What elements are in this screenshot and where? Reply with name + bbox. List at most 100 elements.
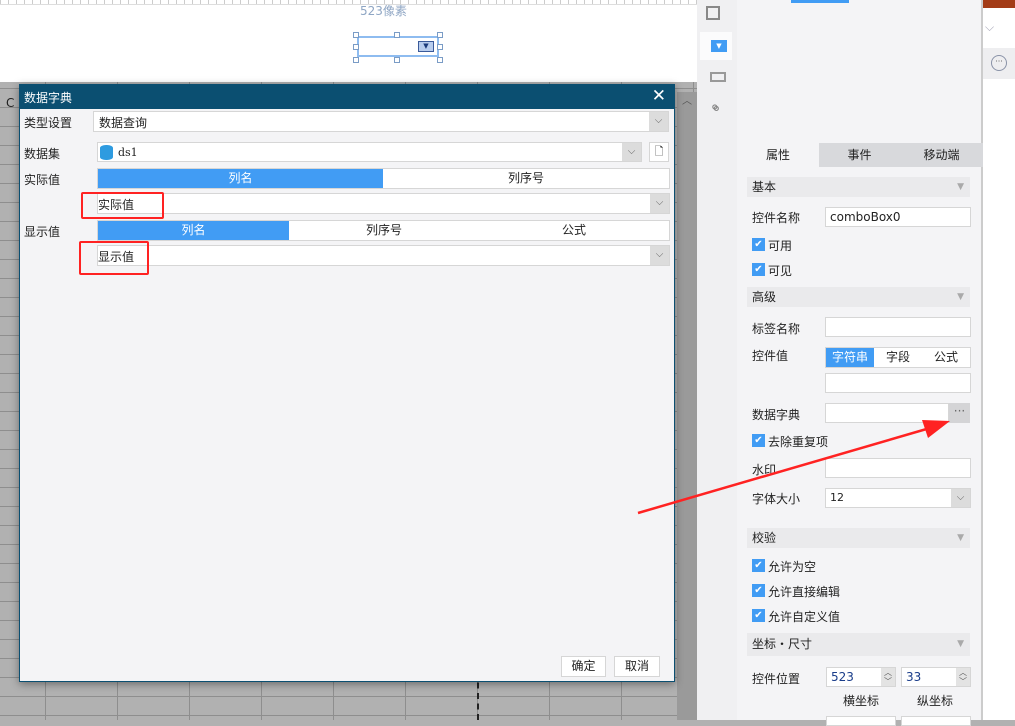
resize-handle[interactable] [437, 44, 443, 50]
dedupe-label: 去除重复项 [768, 435, 829, 449]
actual-tab-column-index[interactable]: 列序号 [383, 169, 669, 188]
dict-input[interactable] [825, 403, 949, 423]
x-spinner[interactable]: 523 ︿ ﹀ [826, 667, 896, 687]
resize-handle[interactable] [353, 44, 359, 50]
resize-handle[interactable] [394, 57, 400, 63]
dropdown-icon: ▼ [711, 40, 727, 52]
dialog-title-bar: 数据字典 ✕ [20, 85, 674, 109]
column-header-c: C [6, 96, 15, 110]
caret-down-icon: ▼ [957, 639, 964, 649]
preview-icon: 🗋 [654, 145, 664, 158]
cancel-button[interactable]: 取消 [614, 656, 660, 677]
type-select[interactable]: 数据查询 ⌵ [93, 111, 669, 132]
caret-down-icon: ▼ [957, 182, 964, 192]
vertical-scrollbar[interactable]: ︿ [677, 92, 697, 720]
ok-button[interactable]: 确定 [561, 656, 606, 677]
dataset-value: ds1 [118, 146, 138, 159]
display-label: 显示值 [24, 225, 61, 239]
font-size-label: 字体大小 [752, 492, 801, 506]
ruler [0, 0, 697, 5]
watermark-label: 水印 [752, 463, 777, 477]
resize-handle[interactable] [437, 32, 443, 38]
dataset-label: 数据集 [24, 147, 61, 161]
value-label: 控件值 [752, 349, 789, 363]
x-value: 523 [831, 670, 854, 684]
dict-label: 数据字典 [752, 408, 801, 422]
value-type-segment: 字符串 字段 公式 [825, 347, 971, 368]
preview-dataset-button[interactable]: 🗋 [649, 142, 669, 162]
frame-icon[interactable] [706, 6, 720, 20]
allow-empty-checkbox[interactable]: ✔ [752, 559, 765, 572]
section-position-size[interactable]: 坐标・尺寸 ▼ [747, 633, 970, 656]
display-tab-column-index[interactable]: 列序号 [289, 221, 479, 240]
caret-down-icon: ▼ [957, 533, 964, 543]
type-value: 数据查询 [99, 116, 148, 130]
actual-label: 实际值 [24, 173, 61, 187]
display-type-segment: 列名 列序号 公式 [97, 220, 670, 241]
close-icon[interactable]: ✕ [652, 86, 666, 106]
visible-checkbox[interactable]: ✔ [752, 263, 765, 276]
y-axis-label: 纵坐标 [917, 694, 954, 708]
tab-mobile[interactable]: 移动端 [900, 143, 983, 167]
tag-input[interactable] [825, 317, 971, 337]
dict-edit-button[interactable]: ··· [949, 403, 970, 423]
caret-down-icon: ▼ [957, 292, 964, 302]
chevron-down-icon: ⌵ [650, 194, 669, 213]
tab-properties[interactable]: 属性 [737, 143, 819, 167]
display-tab-column-name[interactable]: 列名 [98, 221, 289, 240]
dedupe-checkbox[interactable]: ✔ [752, 434, 765, 447]
combobox-widget[interactable]: ▼ [357, 36, 439, 57]
database-icon [100, 145, 113, 160]
type-label: 类型设置 [24, 116, 73, 130]
actual-tab-column-name[interactable]: 列名 [98, 169, 383, 188]
allow-edit-checkbox[interactable]: ✔ [752, 584, 765, 597]
section-title: 校验 [752, 531, 777, 545]
position-label: 控件位置 [752, 672, 801, 686]
spinner-arrows-icon[interactable]: ︿ ﹀ [956, 668, 970, 686]
data-dictionary-dialog: 数据字典 ✕ 类型设置 数据查询 ⌵ 数据集 ds1 ⌵ 🗋 实际值 列名 列序号 … [19, 84, 675, 682]
enabled-label: 可用 [768, 239, 793, 253]
layout-icon[interactable] [710, 72, 726, 82]
resize-handle[interactable] [353, 32, 359, 38]
chevron-down-icon: ⌵ [649, 112, 668, 131]
value-tab-string[interactable]: 字符串 [826, 348, 874, 367]
font-size-select[interactable]: 12 ⌵ [825, 488, 971, 508]
actual-value-select[interactable]: 实际值 ⌵ [97, 193, 670, 214]
allow-empty-label: 允许为空 [768, 560, 817, 574]
dialog-title: 数据字典 [24, 91, 73, 105]
value-tab-field[interactable]: 字段 [874, 348, 922, 367]
dataset-select[interactable]: ds1 ⌵ [97, 142, 642, 162]
widget-toolbar: ▼ ⚭ [697, 0, 737, 720]
enabled-checkbox[interactable]: ✔ [752, 238, 765, 251]
section-basic[interactable]: 基本 ▼ [747, 177, 970, 197]
name-input[interactable]: comboBox0 [825, 207, 971, 227]
chevron-down-icon[interactable]: ⌵ [985, 20, 994, 35]
section-advanced[interactable]: 高级 ▼ [747, 287, 970, 307]
section-validation[interactable]: 校验 ▼ [747, 528, 970, 548]
more-icon[interactable]: ··· [991, 55, 1007, 71]
x-axis-label: 横坐标 [843, 694, 880, 708]
y-spinner[interactable]: 33 ︿ ﹀ [901, 667, 971, 687]
watermark-input[interactable] [825, 458, 971, 478]
tag-label: 标签名称 [752, 322, 801, 336]
resize-handle[interactable] [437, 57, 443, 63]
display-value-select[interactable]: 显示值 ⌵ [97, 245, 670, 266]
height-spinner[interactable] [901, 716, 971, 726]
combobox-tool[interactable]: ▼ [700, 32, 732, 60]
value-tab-formula[interactable]: 公式 [922, 348, 970, 367]
width-spinner[interactable] [826, 716, 896, 726]
chevron-down-icon: ⌵ [622, 143, 641, 161]
resize-handle[interactable] [353, 57, 359, 63]
value-input[interactable] [825, 373, 971, 393]
side-pane: ⌵ ··· [983, 0, 1015, 720]
design-canvas[interactable]: 523像素 ▼ [0, 0, 697, 82]
tab-events[interactable]: 事件 [819, 143, 900, 167]
spinner-arrows-icon[interactable]: ︿ ﹀ [881, 668, 895, 686]
allow-custom-checkbox[interactable]: ✔ [752, 609, 765, 622]
resize-handle[interactable] [394, 32, 400, 38]
annotation-highlight-box [79, 241, 149, 275]
display-tab-formula[interactable]: 公式 [479, 221, 669, 240]
allow-custom-label: 允许自定义值 [768, 610, 841, 624]
dropdown-arrow-icon: ▼ [418, 41, 434, 52]
link-icon[interactable]: ⚭ [704, 97, 726, 119]
